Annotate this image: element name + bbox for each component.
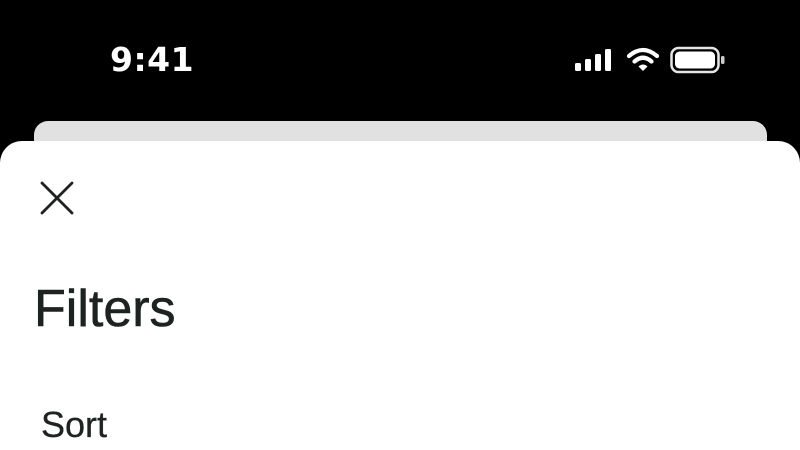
wifi-icon bbox=[626, 47, 660, 71]
signal-icon bbox=[575, 49, 611, 71]
close-icon bbox=[40, 181, 74, 215]
section-heading-sort: Sort bbox=[41, 404, 108, 445]
status-icons bbox=[574, 46, 726, 74]
page-title: Filters bbox=[34, 280, 176, 339]
battery-icon bbox=[670, 46, 725, 74]
filters-sheet: Filters Sort bbox=[0, 141, 800, 450]
status-bar: 9:41 bbox=[0, 0, 800, 120]
close-button[interactable] bbox=[36, 177, 78, 219]
status-time: 9:41 bbox=[110, 40, 195, 79]
